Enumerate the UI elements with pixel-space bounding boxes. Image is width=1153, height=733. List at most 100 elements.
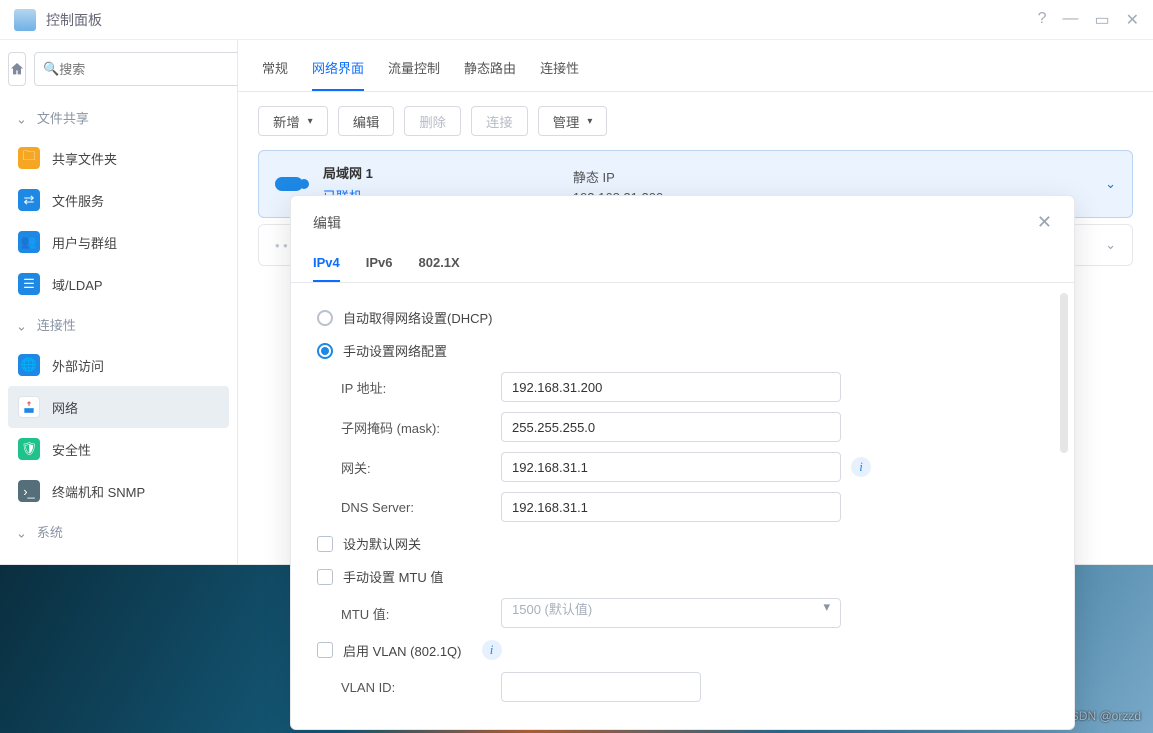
sidebar-item-label: 安全性	[52, 440, 91, 459]
input-dns-server[interactable]	[501, 492, 841, 522]
radio-manual[interactable]: 手动设置网络配置	[317, 334, 1048, 367]
users-icon: 👥	[18, 231, 40, 253]
expand-icon[interactable]: ⌄	[1105, 237, 1116, 253]
folder-icon: 🗀	[18, 147, 40, 169]
dialog-tabs: IPv4 IPv6 802.1X	[291, 249, 1074, 283]
radio-dhcp[interactable]: 自动取得网络设置(DHCP)	[317, 301, 1048, 334]
expand-icon[interactable]: ⌄	[1105, 176, 1116, 192]
radio-icon	[317, 310, 333, 326]
select-placeholder: 1500 (默认值)	[512, 602, 592, 617]
search-input[interactable]	[59, 62, 235, 77]
label-vlan-id: VLAN ID:	[341, 680, 501, 695]
tab-static-route[interactable]: 静态路由	[464, 52, 516, 91]
tab-8021x[interactable]: 802.1X	[419, 249, 460, 282]
checkbox-icon	[317, 569, 333, 585]
info-icon[interactable]: i	[482, 640, 502, 660]
sidebar-item-network[interactable]: 网络	[8, 386, 229, 428]
home-button[interactable]	[8, 52, 26, 86]
edit-dialog: 编辑 ✕ IPv4 IPv6 802.1X 自动取得网络设置(DHCP) 手动设…	[290, 195, 1075, 730]
label-mtu-value: MTU 值:	[341, 604, 501, 623]
tab-general[interactable]: 常规	[262, 52, 288, 91]
tab-ipv6[interactable]: IPv6	[366, 249, 393, 282]
sidebar-item-shared-folder[interactable]: 🗀 共享文件夹	[8, 137, 229, 179]
group-file-sharing[interactable]: ⌃ 文件共享	[8, 98, 229, 137]
dialog-title: 编辑	[313, 213, 341, 233]
dialog-close-button[interactable]: ✕	[1037, 212, 1052, 233]
chevron-up-icon: ⌃	[16, 110, 27, 126]
checkbox-manual-mtu[interactable]: 手动设置 MTU 值	[317, 560, 1048, 593]
label-ip: IP 地址:	[341, 378, 501, 397]
checkbox-icon	[317, 642, 333, 658]
sidebar-item-label: 用户与群组	[52, 233, 117, 252]
search-box[interactable]: 🔍	[34, 52, 238, 86]
tab-traffic-control[interactable]: 流量控制	[388, 52, 440, 91]
window-buttons: ? — ▭ ✕	[1038, 10, 1139, 30]
input-ip-address[interactable]	[501, 372, 841, 402]
sidebar-item-label: 终端机和 SNMP	[52, 482, 145, 501]
checkbox-label: 启用 VLAN (802.1Q)	[343, 641, 462, 660]
sidebar-item-label: 文件服务	[52, 191, 104, 210]
toolbar: 新增 编辑 删除 连接 管理	[238, 92, 1153, 150]
info-icon[interactable]: i	[851, 457, 871, 477]
sidebar-item-users-groups[interactable]: 👥 用户与群组	[8, 221, 229, 263]
checkbox-enable-vlan[interactable]: 启用 VLAN (802.1Q) i	[317, 633, 1048, 667]
label-subnet-mask: 子网掩码 (mask):	[341, 418, 501, 437]
input-subnet-mask[interactable]	[501, 412, 841, 442]
sidebar-item-label: 网络	[52, 398, 78, 417]
sidebar-item-external-access[interactable]: 🌐外部访问	[8, 344, 229, 386]
label-dns: DNS Server:	[341, 500, 501, 515]
shield-icon: 🛡	[18, 438, 40, 460]
input-gateway[interactable]	[501, 452, 841, 482]
connection-icon	[275, 177, 303, 191]
interface-name: 局域网 1	[323, 163, 373, 182]
close-icon[interactable]: ✕	[1126, 10, 1139, 30]
radio-label: 手动设置网络配置	[343, 341, 447, 360]
group-label: 连接性	[37, 315, 76, 334]
sidebar-item-label: 外部访问	[52, 356, 104, 375]
file-service-icon: ⇄	[18, 189, 40, 211]
minimize-icon[interactable]: —	[1062, 10, 1078, 30]
checkbox-label: 手动设置 MTU 值	[343, 567, 443, 586]
terminal-icon: ›_	[18, 480, 40, 502]
group-connectivity[interactable]: ⌃连接性	[8, 305, 229, 344]
label-gateway: 网关:	[341, 458, 501, 477]
checkbox-icon	[317, 536, 333, 552]
network-icon	[18, 396, 40, 418]
input-vlan-id	[501, 672, 701, 702]
radio-label: 自动取得网络设置(DHCP)	[343, 308, 493, 327]
delete-button[interactable]: 删除	[404, 106, 461, 136]
add-button[interactable]: 新增	[258, 106, 328, 136]
app-icon	[14, 9, 36, 31]
home-icon	[9, 61, 25, 77]
sidebar-item-domain-ldap[interactable]: ☰ 域/LDAP	[8, 263, 229, 305]
tab-network-interface[interactable]: 网络界面	[312, 52, 364, 91]
manage-button[interactable]: 管理	[538, 106, 608, 136]
checkbox-default-gateway[interactable]: 设为默认网关	[317, 527, 1048, 560]
dialog-body: 自动取得网络设置(DHCP) 手动设置网络配置 IP 地址: 子网掩码 (mas…	[291, 283, 1074, 729]
window-title: 控制面板	[46, 10, 1038, 30]
main-tabs: 常规 网络界面 流量控制 静态路由 连接性	[238, 40, 1153, 92]
connect-button[interactable]: 连接	[471, 106, 528, 136]
search-icon: 🔍	[43, 61, 59, 77]
tab-connectivity[interactable]: 连接性	[540, 52, 579, 91]
chevron-up-icon: ⌃	[16, 524, 27, 540]
help-icon[interactable]: ?	[1038, 10, 1047, 30]
group-label: 文件共享	[37, 108, 89, 127]
sidebar-item-terminal-snmp[interactable]: ›_ 终端机和 SNMP	[8, 470, 229, 512]
sidebar-item-file-services[interactable]: ⇄ 文件服务	[8, 179, 229, 221]
maximize-icon[interactable]: ▭	[1094, 10, 1109, 30]
interface-mode: 静态 IP	[573, 167, 663, 186]
tab-ipv4[interactable]: IPv4	[313, 249, 340, 282]
group-system[interactable]: ⌃系统	[8, 512, 229, 551]
sidebar: 🔍 ⌃文件共享 🗀共享文件夹 ⇄文件服务 👥用户与群组 ☰域/LDAP ⌃连接性…	[0, 40, 238, 564]
checkbox-label: 设为默认网关	[343, 534, 421, 553]
scrollbar[interactable]	[1060, 293, 1068, 453]
select-mtu-value: 1500 (默认值)	[501, 598, 841, 628]
sidebar-item-label: 域/LDAP	[52, 275, 103, 294]
sidebar-item-label: 共享文件夹	[52, 149, 117, 168]
edit-button[interactable]: 编辑	[338, 106, 395, 136]
radio-icon	[317, 343, 333, 359]
titlebar: 控制面板 ? — ▭ ✕	[0, 0, 1153, 40]
ldap-icon: ☰	[18, 273, 40, 295]
sidebar-item-security[interactable]: 🛡 安全性	[8, 428, 229, 470]
